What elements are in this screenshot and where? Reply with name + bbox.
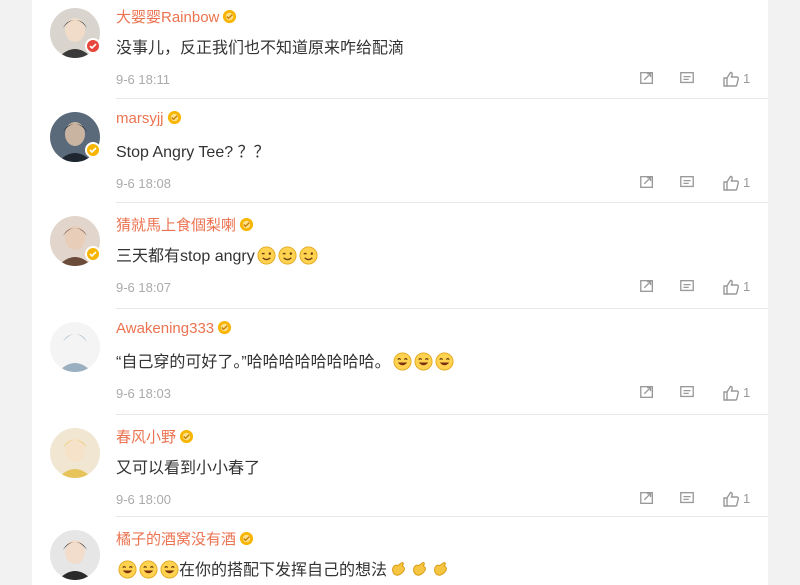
wink-emoji — [297, 246, 318, 265]
share-icon — [639, 386, 655, 403]
share-button[interactable] — [639, 278, 657, 296]
laugh-emoji — [391, 352, 412, 371]
comment-timestamp: 9-6 18:07 — [116, 280, 171, 295]
username-link[interactable]: 大婴婴Rainbow — [116, 6, 237, 27]
wink-emoji — [255, 246, 276, 265]
comment-icon — [679, 280, 695, 297]
user-avatar[interactable] — [50, 322, 100, 372]
member-rank-icon — [219, 9, 237, 26]
member-rank-icon — [164, 110, 182, 127]
reply-button[interactable] — [679, 174, 697, 192]
comment-body: 又可以看到小小春了 — [116, 460, 261, 477]
reply-button[interactable] — [679, 70, 697, 88]
share-button[interactable] — [639, 490, 657, 508]
laugh-emoji — [412, 352, 433, 371]
comment-timestamp: 9-6 18:08 — [116, 176, 171, 191]
like-count: 1 — [743, 385, 751, 400]
like-button[interactable]: 1 — [722, 174, 762, 192]
username-text: 橘子的酒窝没有酒 — [116, 531, 237, 548]
user-avatar[interactable] — [50, 530, 100, 580]
member-rank-icon — [176, 429, 194, 446]
share-icon — [639, 72, 655, 89]
comment-icon — [679, 386, 695, 403]
comment-text: 没事儿，反正我们也不知道原来咋给配滴 — [116, 34, 404, 58]
member-rank-icon — [236, 531, 254, 548]
comment-body: 三天都有stop angry — [116, 248, 255, 265]
like-button[interactable]: 1 — [722, 70, 762, 88]
comment-icon — [679, 492, 695, 509]
clap-emoji — [408, 562, 429, 579]
like-count: 1 — [743, 175, 751, 190]
share-button[interactable] — [639, 174, 657, 192]
username-link[interactable]: 春风小野 — [116, 426, 194, 447]
weibo-comments-screen: { "comments": [ {"username":"大婴婴Rainbow"… — [0, 0, 800, 585]
wink-emoji — [276, 246, 297, 265]
share-icon — [639, 280, 655, 297]
comment-icon — [679, 72, 695, 89]
like-button[interactable]: 1 — [722, 384, 762, 402]
share-icon — [639, 176, 655, 193]
laugh-emoji — [433, 352, 454, 371]
username-text: marsyjj — [116, 110, 164, 127]
comment-body: “自己穿的可好了。”哈哈哈哈哈哈哈哈。 — [116, 354, 391, 371]
comment-divider — [116, 98, 768, 99]
member-rank-icon — [214, 320, 232, 337]
comment-divider — [116, 516, 768, 517]
reply-button[interactable] — [679, 490, 697, 508]
like-count: 1 — [743, 279, 751, 294]
verified-badge-icon — [85, 38, 101, 54]
user-avatar[interactable] — [50, 428, 100, 478]
clap-emoji — [429, 562, 450, 579]
verified-badge-icon — [85, 246, 101, 262]
username-text: 大婴婴Rainbow — [116, 9, 220, 26]
comment-body: 没事儿，反正我们也不知道原来咋给配滴 — [116, 40, 405, 57]
comment-text: “自己穿的可好了。”哈哈哈哈哈哈哈哈。 — [116, 348, 454, 372]
comment-icon — [679, 176, 695, 193]
comment-divider — [116, 414, 768, 415]
username-link[interactable]: 橘子的酒窝没有酒 — [116, 528, 254, 549]
username-link[interactable]: marsyjj — [116, 110, 182, 127]
like-button[interactable]: 1 — [722, 490, 762, 508]
comment-divider — [116, 202, 768, 203]
share-button[interactable] — [639, 384, 657, 402]
laugh-emoji — [158, 560, 179, 579]
like-count: 1 — [743, 491, 751, 506]
comment-text: 又可以看到小小春了 — [116, 454, 260, 478]
laugh-emoji — [137, 560, 158, 579]
comment-text: 在你的搭配下发挥自己的想法 — [116, 556, 450, 580]
username-text: Awakening333 — [116, 320, 215, 337]
like-count: 1 — [743, 71, 751, 86]
username-text: 春风小野 — [116, 429, 177, 446]
share-icon — [639, 492, 655, 509]
username-link[interactable]: Awakening333 — [116, 320, 232, 337]
verified-badge-icon — [85, 142, 101, 158]
comment-text: 三天都有stop angry — [116, 242, 318, 266]
comment-text: Stop Angry Tee? ？？ — [116, 138, 270, 162]
comment-timestamp: 9-6 18:11 — [116, 72, 170, 87]
username-link[interactable]: 猜就馬上食個梨喇 — [116, 214, 254, 235]
comment-body: 在你的搭配下发挥自己的想法 — [179, 562, 388, 579]
reply-button[interactable] — [679, 278, 697, 296]
comment-body: Stop Angry Tee? ？？ — [116, 144, 270, 161]
member-rank-icon — [236, 217, 254, 234]
share-button[interactable] — [639, 70, 657, 88]
reply-button[interactable] — [679, 384, 697, 402]
comment-timestamp: 9-6 18:03 — [116, 386, 171, 401]
username-text: 猜就馬上食個梨喇 — [116, 217, 237, 234]
like-button[interactable]: 1 — [722, 278, 762, 296]
comment-divider — [116, 308, 768, 309]
clap-emoji — [387, 562, 408, 579]
comment-list: 大婴婴Rainbow 没事儿，反正我们也不知道原来咋给配滴 9-6 18:11 1 ma… — [32, 0, 768, 585]
laugh-emoji — [116, 560, 137, 579]
comment-timestamp: 9-6 18:00 — [116, 492, 171, 507]
